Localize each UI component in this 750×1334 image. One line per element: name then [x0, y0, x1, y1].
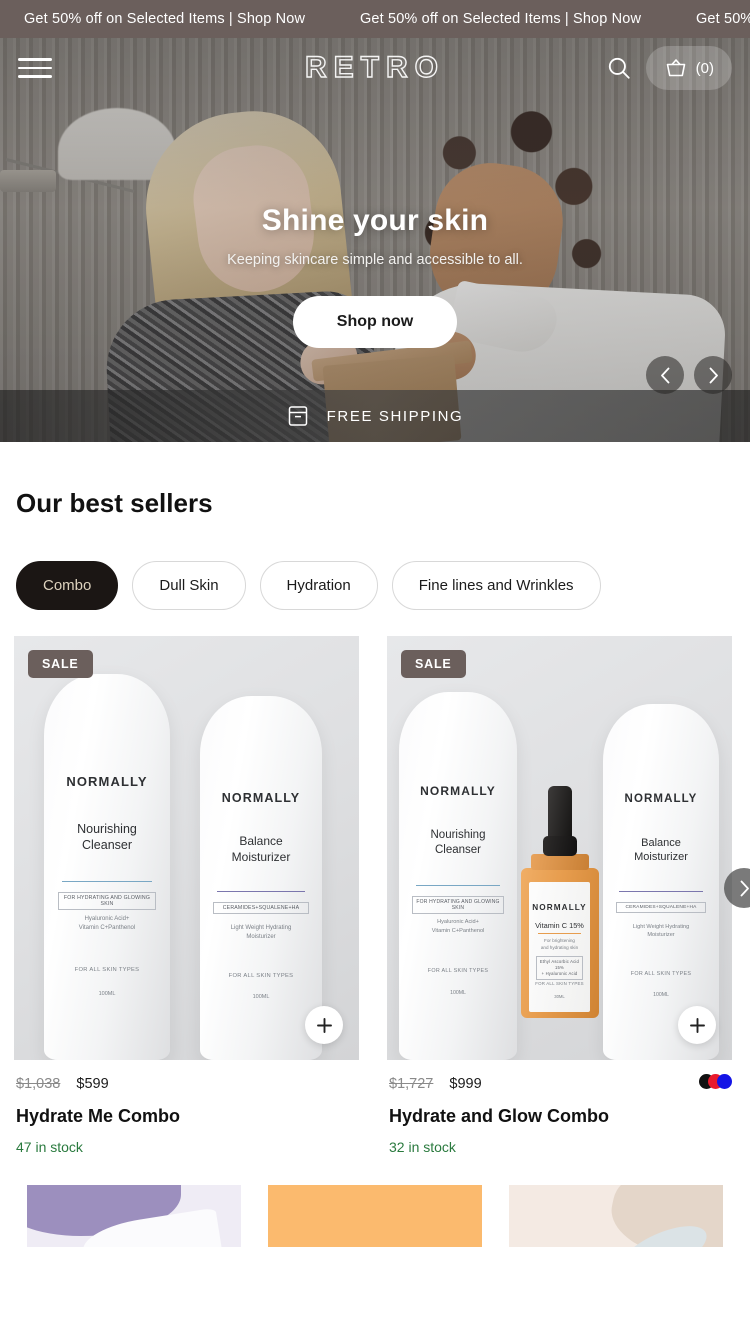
- category-tabs: Combo Dull Skin Hydration Fine lines and…: [0, 519, 750, 610]
- best-sellers-section: Our best sellers Combo Dull Skin Hydrati…: [0, 442, 750, 1155]
- package-box-icon: [288, 406, 307, 426]
- tube-product-name: Nourishing Cleanser: [77, 821, 137, 853]
- color-swatches: [699, 1074, 732, 1089]
- chevron-right-icon: [709, 367, 718, 383]
- product-title[interactable]: Hydrate Me Combo: [16, 1106, 357, 1127]
- hero-content: Shine your skin Keeping skincare simple …: [0, 204, 750, 348]
- plus-icon: [689, 1017, 705, 1033]
- free-shipping-bar: FREE SHIPPING: [0, 390, 750, 442]
- tab-hydration[interactable]: Hydration: [259, 561, 378, 610]
- search-icon[interactable]: [606, 55, 632, 81]
- product-title[interactable]: Hydrate and Glow Combo: [389, 1106, 730, 1127]
- promo-card-strip: [0, 1155, 750, 1247]
- serum-skin-types: FOR ALL SKIN TYPES: [535, 980, 584, 986]
- product-tube-moisturizer: NORMALLY Balance Moisturizer CERAMIDES+S…: [200, 696, 322, 1060]
- product-image: SALE NORMALLY Nourishing Cleanser FOR HY…: [387, 636, 732, 1060]
- product-tube-cleanser: NORMALLY Nourishing Cleanser FOR HYDRATI…: [399, 692, 517, 1060]
- hero-next-button[interactable]: [694, 356, 732, 394]
- tube-skin-types: FOR ALL SKIN TYPES: [228, 972, 294, 979]
- price-original: $1,038: [16, 1076, 61, 1092]
- tab-fine-lines-and-wrinkles[interactable]: Fine lines and Wrinkles: [391, 561, 601, 610]
- tube-brand: NORMALLY: [420, 784, 496, 798]
- tab-dull-skin[interactable]: Dull Skin: [132, 561, 246, 610]
- tube-skin-types: FOR ALL SKIN TYPES: [630, 971, 692, 977]
- tube-claim: FOR HYDRATING AND GLOWING SKIN: [57, 892, 157, 911]
- promo-card-orange[interactable]: [268, 1185, 482, 1247]
- product-card[interactable]: SALE NORMALLY Nourishing Cleanser FOR HY…: [14, 636, 359, 1155]
- section-title: Our best sellers: [16, 488, 213, 518]
- tube-ingredients: Light Weight Hydrating Moisturizer: [632, 923, 690, 939]
- tube-ingredients: Light Weight Hydrating Moisturizer: [230, 924, 292, 940]
- hero-title: Shine your skin: [261, 204, 489, 237]
- add-to-cart-button[interactable]: [678, 1006, 716, 1044]
- cart-count: (0): [695, 59, 714, 77]
- hamburger-menu-icon[interactable]: [18, 52, 52, 84]
- stock-status: 32 in stock: [389, 1139, 456, 1155]
- tab-combo[interactable]: Combo: [16, 561, 119, 610]
- tube-skin-types: FOR ALL SKIN TYPES: [427, 968, 489, 974]
- tube-accent-rule: [415, 885, 501, 887]
- announcement-message[interactable]: Get 50% off on Selected Items | Shop Now: [0, 11, 336, 27]
- hero-subtitle: Keeping skincare simple and accessible t…: [227, 252, 523, 268]
- product-serum-bottle: NORMALLY Vitamin C 15% For brightening a…: [520, 786, 599, 1026]
- tube-brand: NORMALLY: [66, 774, 148, 790]
- cart-button[interactable]: (0): [645, 46, 732, 90]
- plus-icon: [316, 1017, 332, 1033]
- tube-accent-rule: [619, 890, 703, 893]
- tube-volume: 100ML: [98, 990, 116, 997]
- tube-ingredients: Hyaluronic Acid+ Vitamin C+Panthenol: [78, 916, 136, 932]
- tube-claim: FOR HYDRATING AND GLOWING SKIN: [411, 896, 505, 915]
- tube-skin-types: FOR ALL SKIN TYPES: [74, 967, 140, 974]
- serum-claim: Ethyl Ascorbic Acid 15% + Hyaluronic Aci…: [535, 956, 584, 981]
- announcement-bar: Get 50% off on Selected Items | Shop Now…: [0, 0, 750, 38]
- shopping-basket-icon: [666, 59, 685, 77]
- promo-card-lavender[interactable]: [27, 1185, 241, 1247]
- product-tube-cleanser: NORMALLY Nourishing Cleanser FOR HYDRATI…: [44, 674, 170, 1060]
- serum-ingredients: For brightening and hydrating skin: [540, 937, 579, 950]
- tube-brand: NORMALLY: [221, 790, 301, 805]
- price-sale: $599: [76, 1076, 109, 1092]
- product-meta: $1,038 $599 Hydrate Me Combo 47 in stock: [14, 1060, 359, 1155]
- tube-volume: 100ML: [450, 990, 466, 997]
- chevron-left-icon: [660, 367, 669, 383]
- stock-status: 47 in stock: [16, 1139, 83, 1155]
- tube-volume: 100ML: [252, 994, 270, 1001]
- sale-badge: SALE: [28, 650, 93, 678]
- sale-badge: SALE: [401, 650, 466, 678]
- tube-claim: CERAMIDES+SQUALENE+HA: [615, 901, 707, 913]
- product-image: SALE NORMALLY Nourishing Cleanser FOR HY…: [14, 636, 359, 1060]
- tube-claim: CERAMIDES+SQUALENE+HA: [213, 901, 309, 914]
- tube-volume: 100ML: [653, 992, 669, 999]
- tube-product-name: Nourishing Cleanser: [430, 829, 486, 857]
- announcement-message[interactable]: Get 50%: [672, 11, 750, 27]
- tube-brand: NORMALLY: [624, 793, 698, 805]
- announcement-message[interactable]: Get 50% off on Selected Items | Shop Now: [336, 11, 672, 27]
- tube-product-name: Balance Moisturizer: [634, 836, 688, 864]
- hero-banner: RETRO (0) Shine your skin Keeping skinca…: [0, 38, 750, 442]
- price-original: $1,727: [389, 1076, 434, 1092]
- product-card[interactable]: SALE NORMALLY Nourishing Cleanser FOR HY…: [387, 636, 732, 1155]
- serum-volume: 30ML: [554, 993, 565, 999]
- tube-accent-rule: [61, 880, 153, 882]
- product-grid: SALE NORMALLY Nourishing Cleanser FOR HY…: [0, 610, 750, 1155]
- hero-shop-now-button[interactable]: Shop now: [292, 296, 458, 348]
- tube-accent-rule: [217, 890, 305, 893]
- add-to-cart-button[interactable]: [305, 1006, 343, 1044]
- hero-carousel-controls: [646, 356, 732, 394]
- free-shipping-label: FREE SHIPPING: [326, 407, 464, 425]
- swatch-blue[interactable]: [717, 1074, 732, 1089]
- tube-product-name: Balance Moisturizer: [231, 834, 291, 865]
- product-prices: $1,727 $999: [389, 1076, 730, 1092]
- site-header: RETRO (0): [0, 38, 750, 98]
- chevron-right-icon: [740, 880, 749, 896]
- product-prices: $1,038 $599: [16, 1076, 357, 1092]
- hero-prev-button[interactable]: [646, 356, 684, 394]
- promo-card-beige[interactable]: [509, 1185, 723, 1247]
- serum-brand: NORMALLY: [532, 902, 587, 912]
- product-meta: $1,727 $999 Hydrate and Glow Combo 32 in…: [387, 1060, 732, 1155]
- price-sale: $999: [449, 1076, 482, 1092]
- serum-accent-rule: [537, 932, 582, 934]
- tube-ingredients: Hyaluronic Acid+ Vitamin C+Panthenol: [431, 919, 485, 934]
- serum-product-name: Vitamin C 15%: [535, 921, 584, 930]
